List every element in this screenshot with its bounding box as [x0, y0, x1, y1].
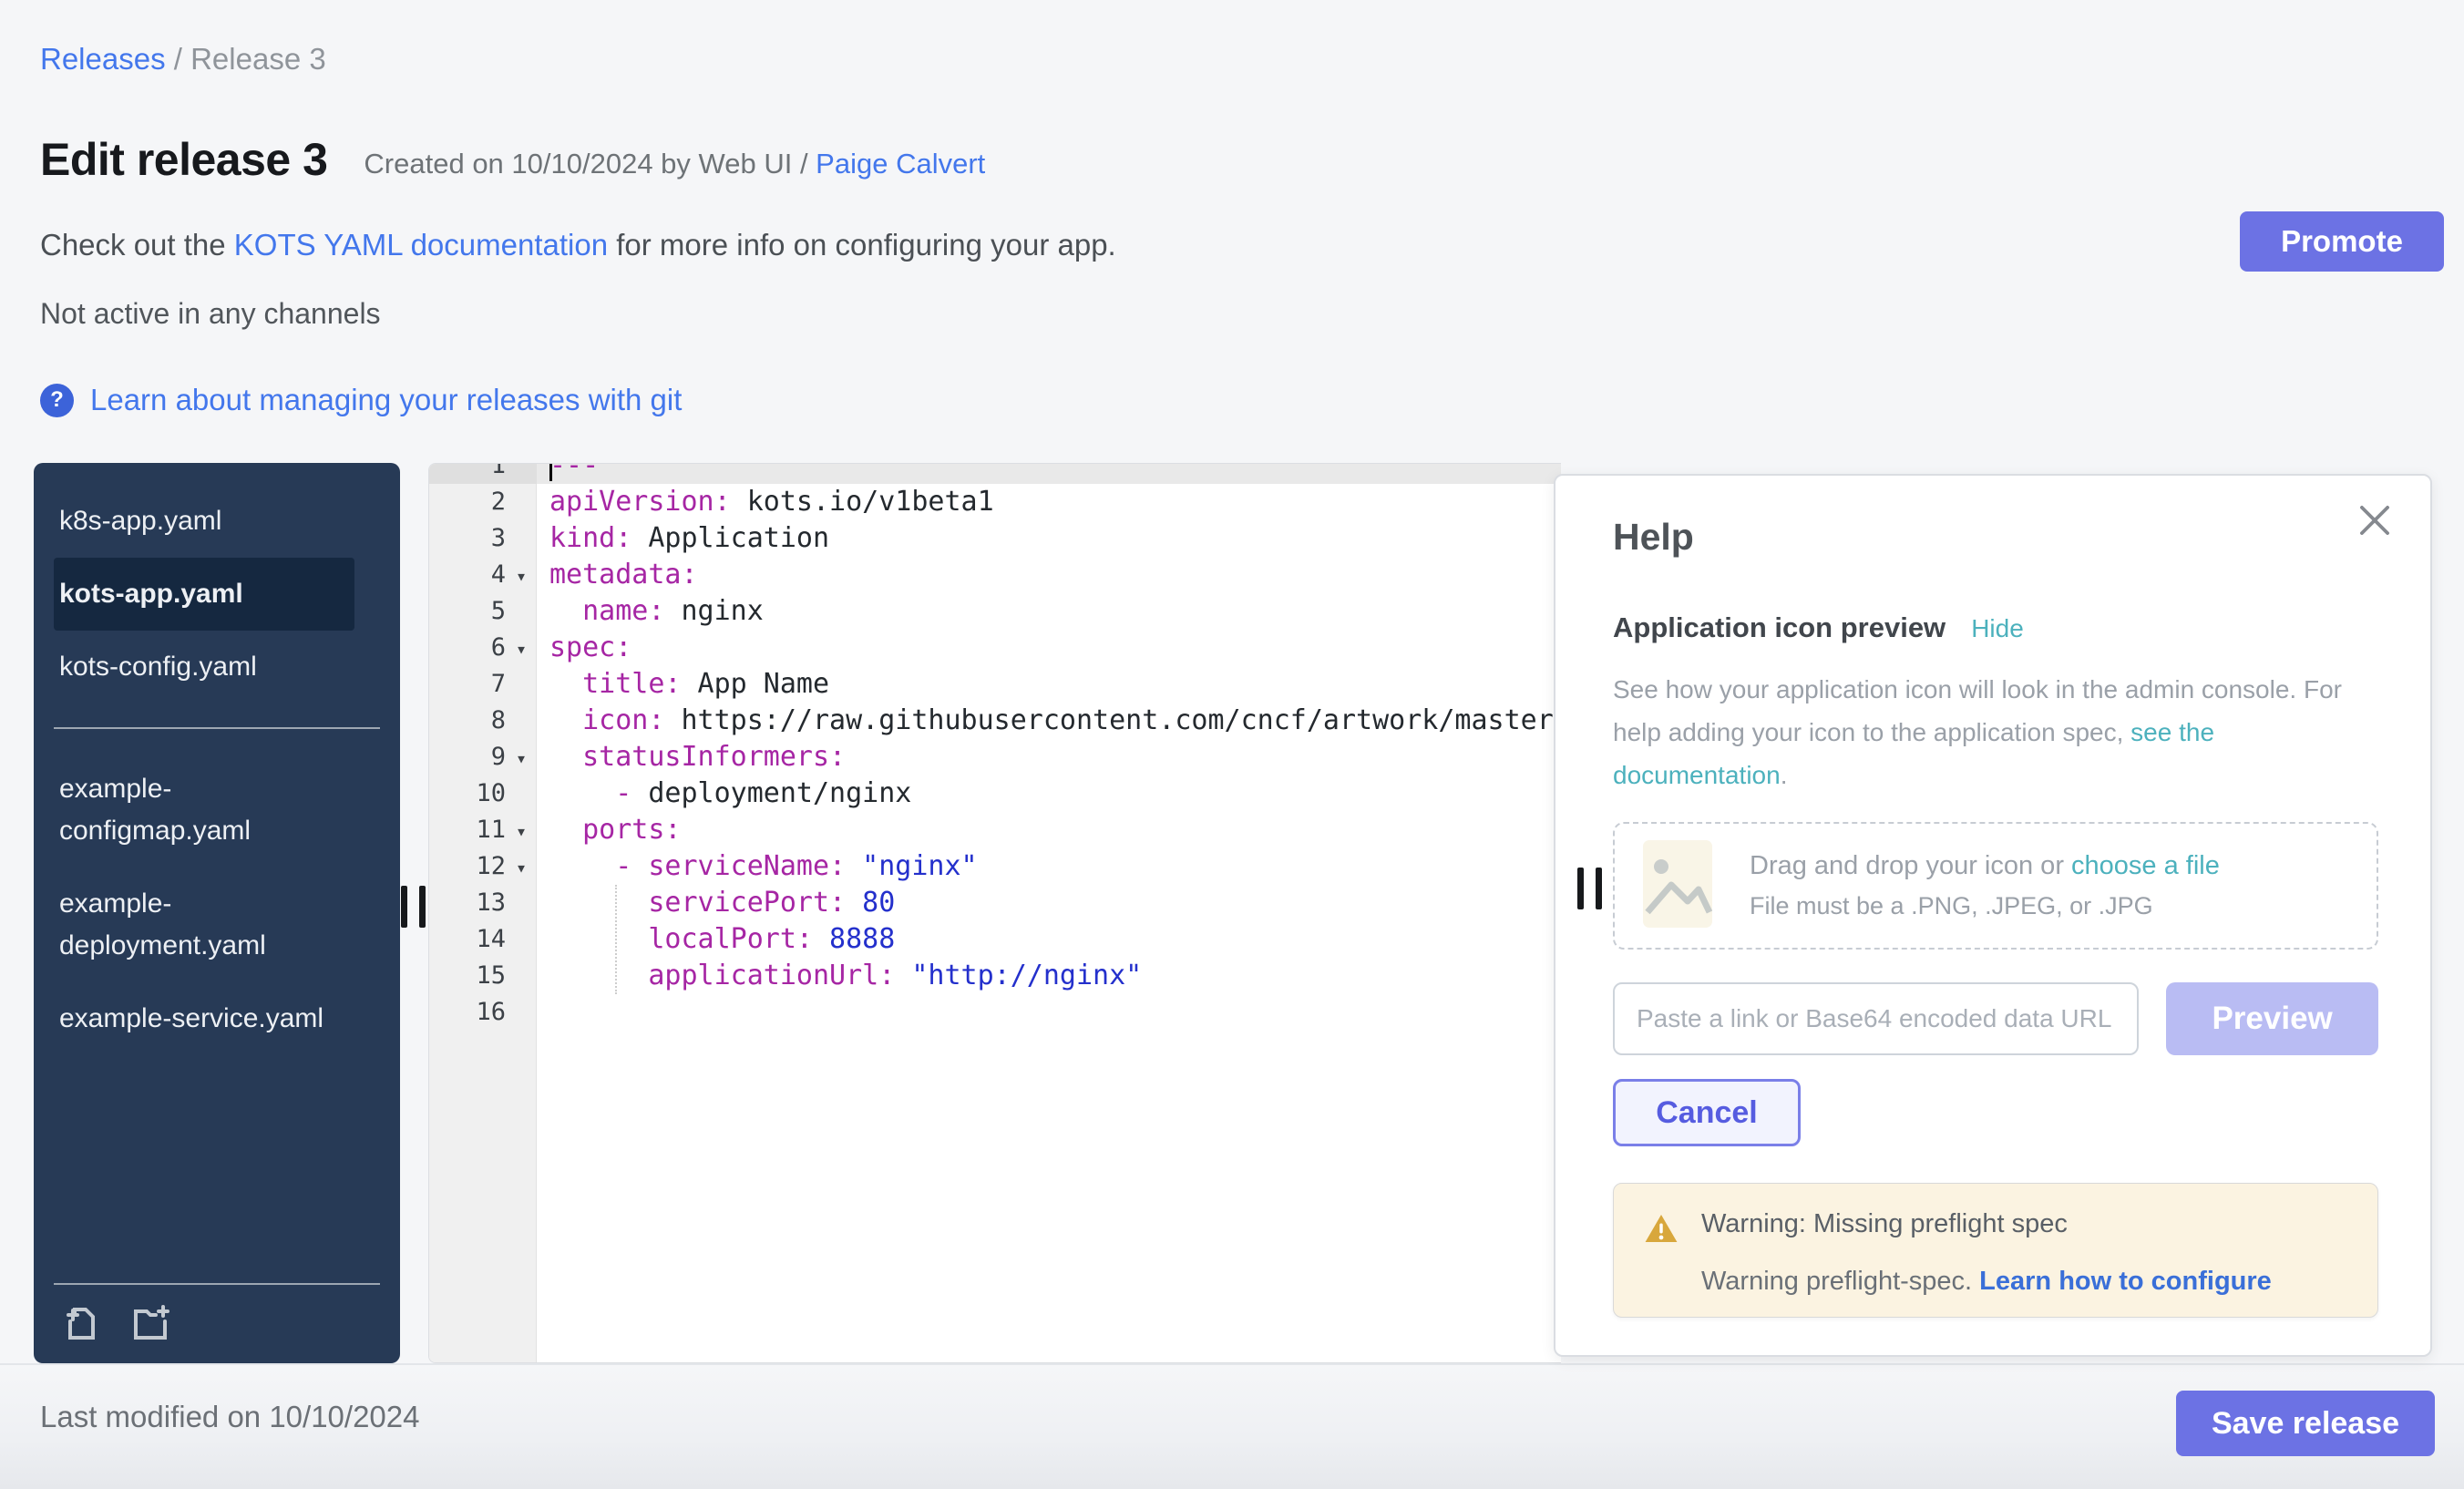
- line-number: 10: [429, 775, 506, 812]
- code-line: 9▾ statusInformers:: [429, 739, 1561, 775]
- code-line: 11▾ ports:: [429, 812, 1561, 848]
- line-number: 6: [429, 630, 506, 666]
- close-icon[interactable]: [2354, 499, 2396, 546]
- page-title: Edit release 3: [40, 133, 327, 186]
- footer-bar: Last modified on 10/10/2024 Save release: [0, 1363, 2464, 1489]
- git-releases-link[interactable]: Learn about managing your releases with …: [90, 383, 682, 417]
- code-line: 6▾spec:: [429, 630, 1561, 666]
- code-line: 15 applicationUrl: "http://nginx": [429, 958, 1561, 994]
- preview-button[interactable]: Preview: [2166, 982, 2378, 1055]
- code-line: 10 - deployment/nginx: [429, 775, 1561, 812]
- sidebar-item-kots-config-yaml[interactable]: kots-config.yaml: [54, 631, 354, 703]
- file-sidebar: k8s-app.yamlkots-app.yamlkots-config.yam…: [34, 463, 400, 1363]
- drop-text: Drag and drop your icon or: [1750, 851, 2071, 880]
- author-link[interactable]: Paige Calvert: [816, 148, 985, 180]
- file-types-hint: File must be a .PNG, .JPEG, or .JPG: [1750, 892, 2220, 920]
- help-panel-resize-handle[interactable]: [1577, 868, 1602, 909]
- warning-triangle-icon: [1643, 1211, 1679, 1246]
- warning-text: Warning preflight-spec.: [1701, 1267, 1979, 1296]
- warning-title: Warning: Missing preflight spec: [1701, 1209, 2272, 1239]
- line-number: 13: [429, 885, 506, 921]
- line-number: 12: [429, 848, 506, 885]
- breadcrumb-separator: /: [166, 42, 191, 76]
- hide-link[interactable]: Hide: [1971, 614, 2024, 643]
- description-period: .: [1781, 761, 1788, 789]
- code-line: 16: [429, 994, 1561, 1031]
- help-title: Help: [1613, 516, 2378, 559]
- icon-url-input[interactable]: [1613, 982, 2139, 1055]
- image-placeholder-icon: [1642, 839, 1713, 933]
- new-file-icon[interactable]: [59, 1301, 103, 1345]
- line-number: 16: [429, 994, 506, 1031]
- line-number: 5: [429, 593, 506, 630]
- warning-detail: Warning preflight-spec. Learn how to con…: [1701, 1267, 2272, 1297]
- fold-arrow-icon[interactable]: ▾: [506, 630, 537, 666]
- code-line: 13 servicePort: 80: [429, 885, 1561, 921]
- fold-arrow-icon[interactable]: ▾: [506, 848, 537, 885]
- line-number: 15: [429, 958, 506, 994]
- dropzone-text: Drag and drop your icon or choose a file: [1750, 851, 2220, 881]
- line-number: 9: [429, 739, 506, 775]
- sidebar-item-example-service-yaml[interactable]: example-service.yaml: [54, 982, 354, 1055]
- icon-dropzone[interactable]: Drag and drop your icon or choose a file…: [1613, 822, 2378, 950]
- save-release-button[interactable]: Save release: [2176, 1391, 2435, 1456]
- description-text: See how your application icon will look …: [1613, 675, 2342, 746]
- code-line: 14 localPort: 8888: [429, 921, 1561, 958]
- channel-status: Not active in any channels: [40, 297, 381, 331]
- line-number: 2: [429, 484, 506, 520]
- line-number: 14: [429, 921, 506, 958]
- code-line: 2apiVersion: kots.io/v1beta1: [429, 484, 1561, 520]
- line-number: 1: [429, 463, 506, 484]
- line-number: 11: [429, 812, 506, 848]
- code-line: 3kind: Application: [429, 520, 1561, 557]
- git-help-row: ? Learn about managing your releases wit…: [40, 383, 682, 417]
- fold-arrow-icon[interactable]: ▾: [506, 739, 537, 775]
- promote-button[interactable]: Promote: [2240, 211, 2444, 272]
- created-text: Created on 10/10/2024 by Web UI /: [364, 148, 816, 180]
- code-line: 5 name: nginx: [429, 593, 1561, 630]
- icon-preview-description: See how your application icon will look …: [1613, 668, 2378, 796]
- code-line: 12▾ - serviceName: "nginx": [429, 848, 1561, 885]
- help-panel: Help Application icon preview Hide See h…: [1554, 474, 2432, 1357]
- new-folder-icon[interactable]: [128, 1301, 172, 1345]
- sidebar-resize-handle[interactable]: [401, 886, 426, 928]
- icon-preview-title: Application icon preview: [1613, 611, 1946, 644]
- choose-file-link[interactable]: choose a file: [2071, 851, 2220, 880]
- docs-suffix: for more info on configuring your app.: [608, 228, 1116, 262]
- learn-configure-link[interactable]: Learn how to configure: [1979, 1267, 2272, 1296]
- line-number: 7: [429, 666, 506, 703]
- code-line: 7 title: App Name: [429, 666, 1561, 703]
- line-number: 4: [429, 557, 506, 593]
- fold-arrow-icon[interactable]: ▾: [506, 812, 537, 848]
- cancel-button[interactable]: Cancel: [1613, 1079, 1801, 1146]
- breadcrumb-current: Release 3: [190, 42, 326, 76]
- warning-box: Warning: Missing preflight spec Warning …: [1613, 1183, 2378, 1318]
- fold-arrow-icon[interactable]: ▾: [506, 557, 537, 593]
- sidebar-item-example-configmap-yaml[interactable]: example-configmap.yaml: [54, 753, 354, 868]
- last-modified-text: Last modified on 10/10/2024: [40, 1400, 419, 1434]
- docs-prefix: Check out the: [40, 228, 234, 262]
- help-circle-icon: ?: [40, 384, 74, 417]
- docs-line: Check out the KOTS YAML documentation fo…: [40, 228, 1116, 262]
- file-group-divider: [54, 727, 380, 729]
- created-info: Created on 10/10/2024 by Web UI / Paige …: [364, 139, 985, 180]
- kots-yaml-docs-link[interactable]: KOTS YAML documentation: [234, 228, 608, 262]
- title-row: Edit release 3 Created on 10/10/2024 by …: [40, 133, 985, 186]
- yaml-editor[interactable]: 1---2apiVersion: kots.io/v1beta13kind: A…: [428, 463, 1561, 1363]
- code-line: 1---: [429, 463, 1561, 484]
- sidebar-item-example-deployment-yaml[interactable]: example-deployment.yaml: [54, 868, 354, 982]
- line-number: 3: [429, 520, 506, 557]
- sidebar-item-kots-app-yaml[interactable]: kots-app.yaml: [54, 558, 354, 631]
- code-line: 8 icon: https://raw.githubusercontent.co…: [429, 703, 1561, 739]
- code-line: 4▾metadata:: [429, 557, 1561, 593]
- sidebar-footer: [34, 1283, 400, 1363]
- breadcrumb-releases-link[interactable]: Releases: [40, 42, 166, 76]
- sidebar-item-k8s-app-yaml[interactable]: k8s-app.yaml: [54, 485, 354, 558]
- line-number: 8: [429, 703, 506, 739]
- file-list: k8s-app.yamlkots-app.yamlkots-config.yam…: [34, 485, 400, 1055]
- breadcrumb: Releases / Release 3: [40, 42, 326, 77]
